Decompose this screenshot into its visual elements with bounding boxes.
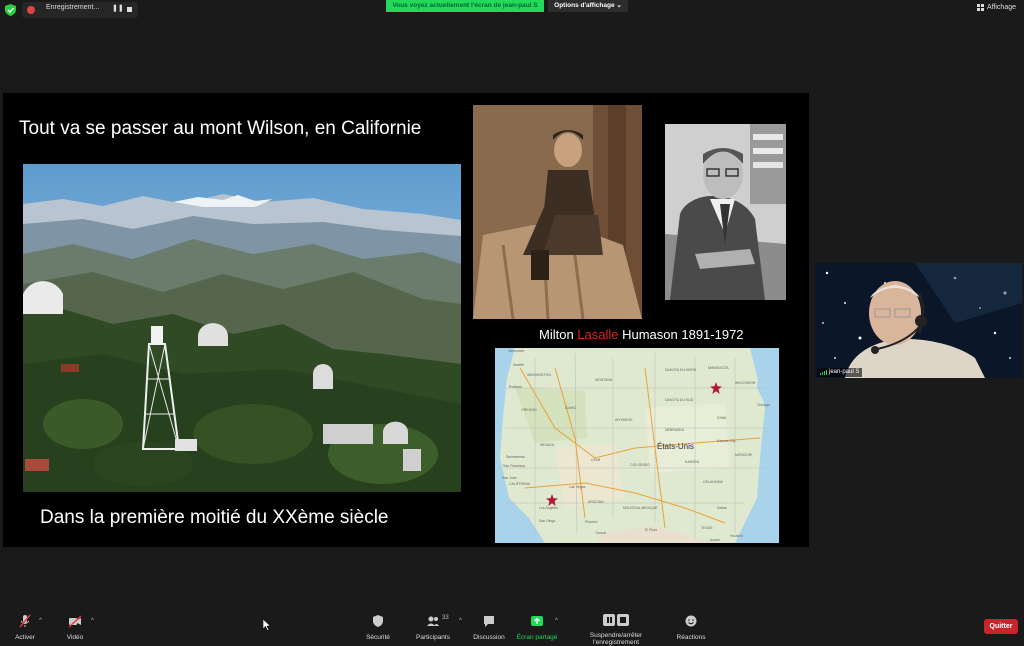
reactions-button[interactable]: Réactions: [674, 606, 708, 641]
pause-recording-icon[interactable]: ❚❚: [112, 4, 124, 12]
map-label: DAKOTA DU NORD: [665, 368, 697, 372]
map-label: NEVADA: [540, 443, 555, 447]
map-label: UTAH: [591, 458, 601, 462]
map-label: Kansas City: [717, 439, 736, 443]
map-label: Portland: [509, 385, 523, 389]
pause-stop-record-icon: [603, 614, 629, 628]
humason-older-portrait: [665, 124, 786, 300]
record-button-label: Suspendre/arrêter l'enregistrement: [589, 632, 643, 646]
share-options-caret-icon[interactable]: ^: [555, 618, 558, 624]
security-shield-icon: [373, 615, 383, 627]
share-screen-icon: [531, 616, 543, 626]
participants-options-caret-icon[interactable]: ^: [459, 618, 462, 624]
share-screen-button[interactable]: Écran partagé: [516, 606, 558, 641]
map-label: Sacramento: [506, 455, 525, 459]
map-label: Seattle: [513, 363, 524, 367]
map-label: Las Vegas: [569, 485, 586, 489]
view-button[interactable]: Affichage: [976, 4, 1016, 11]
map-label: Houston: [730, 534, 744, 538]
map-label: OREGON: [521, 408, 537, 412]
map-label: IDAHO: [565, 406, 577, 410]
stop-recording-icon[interactable]: [127, 7, 132, 12]
caption-dates: Humason 1891-1972: [618, 327, 744, 342]
leave-meeting-button[interactable]: Quitter: [984, 619, 1018, 634]
map-label: COLORADO: [630, 463, 651, 467]
participant-video-tile[interactable]: jean-paul S: [815, 263, 1022, 378]
signal-strength-icon: [820, 370, 827, 375]
participants-icon: [427, 616, 439, 626]
map-label: KANSAS: [685, 460, 700, 464]
map-label: Dallas: [717, 506, 727, 510]
map-label: IOWA: [717, 416, 727, 420]
map-label: Los Angeles: [539, 506, 559, 510]
map-label: CALIFORNIA: [509, 482, 531, 486]
star-marker-icon: [546, 494, 558, 506]
participants-button[interactable]: Participants: [414, 606, 452, 641]
record-dot-icon: [27, 6, 35, 14]
map-label: San Diego: [539, 519, 556, 523]
recording-label: Enregistrement...: [46, 4, 100, 11]
map-label: San Francisco: [503, 464, 526, 468]
audio-options-caret-icon[interactable]: ^: [39, 618, 42, 624]
reaction-smiley-icon: [685, 615, 697, 627]
audio-button[interactable]: Activer: [10, 606, 40, 641]
map-label: Chicago: [757, 403, 770, 407]
portrait-caption: Milton Lasalle Humason 1891-1972: [539, 327, 744, 342]
map-label: MONTANA: [595, 378, 613, 382]
star-marker-icon: [710, 382, 722, 394]
map-label: MISSOURI: [735, 453, 753, 457]
caption-middle-name: Lasalle: [577, 327, 619, 342]
shield-icon[interactable]: [5, 4, 16, 16]
map-label: WISCONSIN: [735, 381, 756, 385]
participant-name-tag: jean-paul S: [817, 368, 863, 377]
map-label: Vancouver: [508, 349, 525, 353]
map-label: OKLAHOMA: [703, 480, 723, 484]
chat-bubble-icon: [484, 616, 494, 627]
video-options-caret-icon[interactable]: ^: [91, 618, 94, 624]
muted-microphone-icon: [19, 614, 31, 628]
map-label: San José: [502, 476, 517, 480]
shared-slide: Tout va se passer au mont Wilson, en Cal…: [3, 93, 809, 547]
usa-map: Vancouver Seattle WASHINGTON Portland OR…: [495, 348, 779, 543]
chat-button[interactable]: Discussion: [472, 606, 506, 641]
grid-view-icon: [976, 4, 984, 11]
map-label: NEBRASKA: [665, 428, 685, 432]
top-bar: Enregistrement... ❚❚ Vous voyez actuelle…: [0, 0, 1024, 20]
map-label: TEXAS: [701, 526, 713, 530]
map-label: WYOMING: [615, 418, 633, 422]
view-button-label: Affichage: [986, 4, 1016, 11]
map-label: ARIZONA: [588, 500, 604, 504]
map-label: El Paso: [645, 528, 658, 532]
video-button[interactable]: Vidéo: [62, 606, 88, 641]
map-label: Austin: [710, 538, 720, 542]
caption-name: Milton: [539, 327, 578, 342]
slide-title: Tout va se passer au mont Wilson, en Cal…: [19, 118, 422, 139]
map-label: MINNESOTA: [708, 366, 729, 370]
map-label: Phoenix: [585, 520, 598, 524]
map-label: DAKOTA DU SUD: [665, 398, 694, 402]
mouse-cursor-icon: [263, 619, 271, 631]
meeting-toolbar: Activer ^ Vidéo ^ Sécurité Participants …: [0, 606, 1024, 646]
map-label: WASHINGTON: [527, 373, 551, 377]
map-label: Tucson: [595, 531, 607, 535]
security-button[interactable]: Sécurité: [362, 606, 394, 641]
screen-share-banner: Vous voyez actuellement l'écran de jean-…: [386, 0, 544, 12]
participants-count: 33: [442, 615, 449, 621]
mount-wilson-photo: [23, 164, 461, 492]
participant-name: jean-paul S: [829, 369, 860, 375]
record-button[interactable]: Suspendre/arrêter l'enregistrement: [566, 606, 666, 646]
recording-indicator: Enregistrement... ❚❚: [22, 2, 138, 18]
map-country-label: États-Unis: [657, 442, 694, 451]
slide-subtitle: Dans la première moitié du XXème siècle: [40, 507, 389, 528]
view-options-button[interactable]: Options d'affichage ⌄: [548, 0, 628, 12]
video-off-icon: [68, 615, 82, 628]
map-label: NOUVEAU-MEXIQUE: [623, 506, 658, 510]
humason-young-portrait: [473, 105, 642, 319]
